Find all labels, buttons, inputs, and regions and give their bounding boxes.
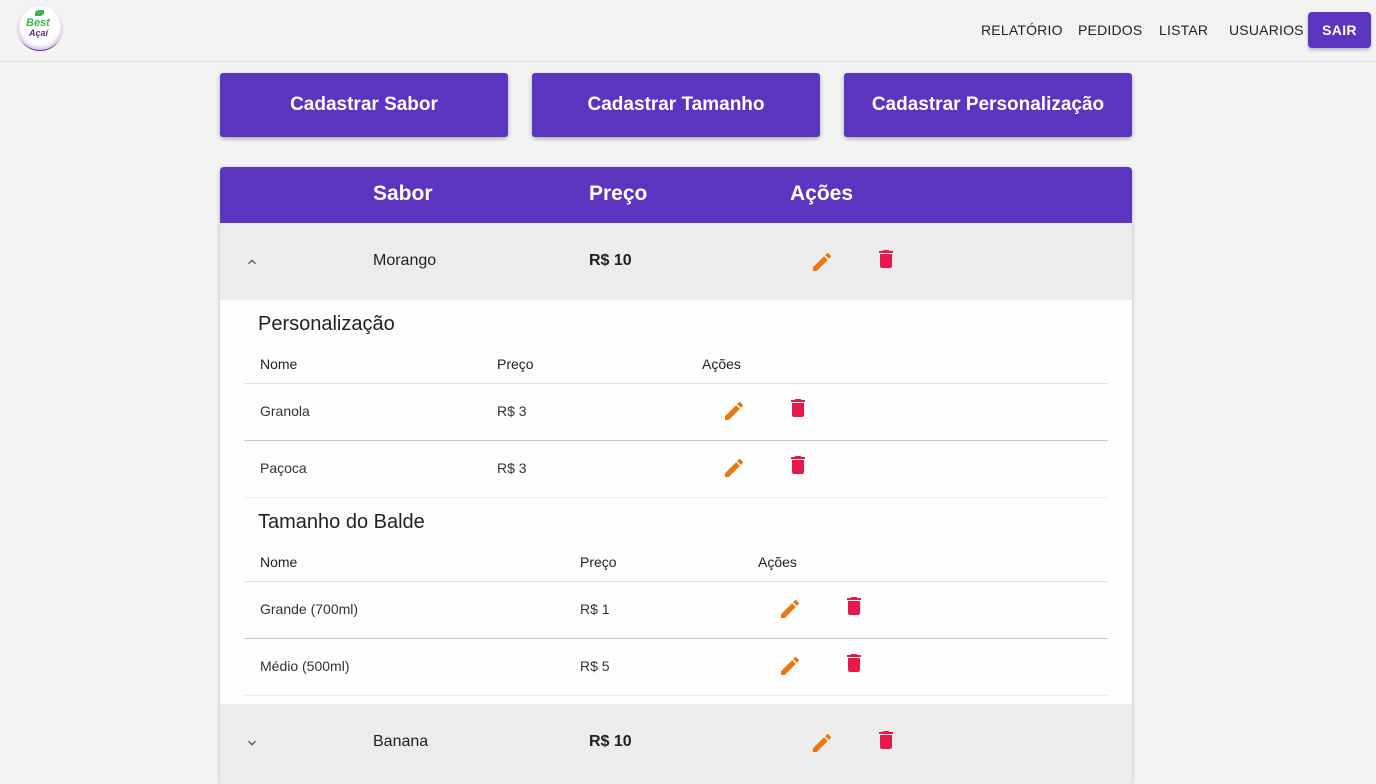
flavor-details-panel	[220, 300, 1132, 704]
size-name: Grande (700ml)	[260, 601, 359, 617]
delete-icon[interactable]	[786, 453, 810, 477]
customization-name: Paçoca	[260, 460, 307, 476]
edit-icon[interactable]	[810, 250, 834, 274]
top-bar: Best Açaí RELATÓRIO PEDIDOS LISTAR USUAR…	[0, 0, 1376, 62]
register-customization-button[interactable]: Cadastrar Personalização	[844, 73, 1132, 137]
divider	[244, 440, 1108, 441]
divider	[244, 638, 1108, 639]
customization-header-price: Preço	[497, 356, 534, 372]
size-name: Médio (500ml)	[260, 658, 350, 674]
column-header-flavor: Sabor	[373, 182, 433, 205]
logout-button[interactable]: SAIR	[1308, 12, 1371, 48]
divider	[244, 383, 1108, 384]
flavor-price: R$ 10	[589, 252, 632, 269]
table-header: Sabor Preço Ações	[220, 167, 1132, 223]
divider	[244, 581, 1108, 582]
customization-header-actions: Ações	[702, 356, 741, 372]
edit-icon[interactable]	[722, 399, 746, 423]
edit-icon[interactable]	[778, 597, 802, 621]
nav-pedidos[interactable]: PEDIDOS	[1078, 22, 1142, 38]
delete-icon[interactable]	[786, 396, 810, 420]
delete-icon[interactable]	[842, 651, 866, 675]
delete-icon[interactable]	[874, 247, 898, 271]
logo-text-line2: Açaí	[29, 28, 49, 38]
flavor-price: R$ 10	[589, 733, 632, 750]
size-section-title: Tamanho do Balde	[258, 511, 425, 533]
size-header-actions: Ações	[758, 554, 797, 570]
delete-icon[interactable]	[874, 728, 898, 752]
divider	[244, 695, 1108, 696]
edit-icon[interactable]	[810, 731, 834, 755]
leaf-icon	[35, 10, 44, 16]
delete-icon[interactable]	[842, 594, 866, 618]
column-header-price: Preço	[589, 182, 648, 205]
divider	[244, 497, 1108, 498]
nav-listar[interactable]: LISTAR	[1159, 22, 1208, 38]
flavor-name: Morango	[373, 252, 437, 269]
register-flavor-button[interactable]: Cadastrar Sabor	[220, 73, 508, 137]
size-header-price: Preço	[580, 554, 617, 570]
customization-header-name: Nome	[260, 356, 298, 372]
customization-price: R$ 3	[497, 460, 527, 476]
register-size-button[interactable]: Cadastrar Tamanho	[532, 73, 820, 137]
customization-price: R$ 3	[497, 403, 527, 419]
chevron-down-icon[interactable]	[244, 735, 260, 751]
size-price: R$ 5	[580, 658, 610, 674]
table-row: Morango R$ 10	[220, 223, 1132, 300]
size-price: R$ 1	[580, 601, 610, 617]
customization-section-title: Personalização	[258, 313, 395, 335]
brand-logo[interactable]: Best Açaí	[17, 5, 63, 51]
chevron-up-icon[interactable]	[244, 254, 260, 270]
edit-icon[interactable]	[722, 456, 746, 480]
table-row: Banana R$ 10	[220, 704, 1132, 784]
nav-relatorio[interactable]: RELATÓRIO	[981, 22, 1063, 38]
flavor-name: Banana	[373, 733, 429, 750]
edit-icon[interactable]	[778, 654, 802, 678]
size-header-name: Nome	[260, 554, 298, 570]
nav-usuarios[interactable]: USUARIOS	[1229, 22, 1304, 38]
customization-name: Granola	[260, 403, 310, 419]
column-header-actions: Ações	[790, 182, 854, 205]
